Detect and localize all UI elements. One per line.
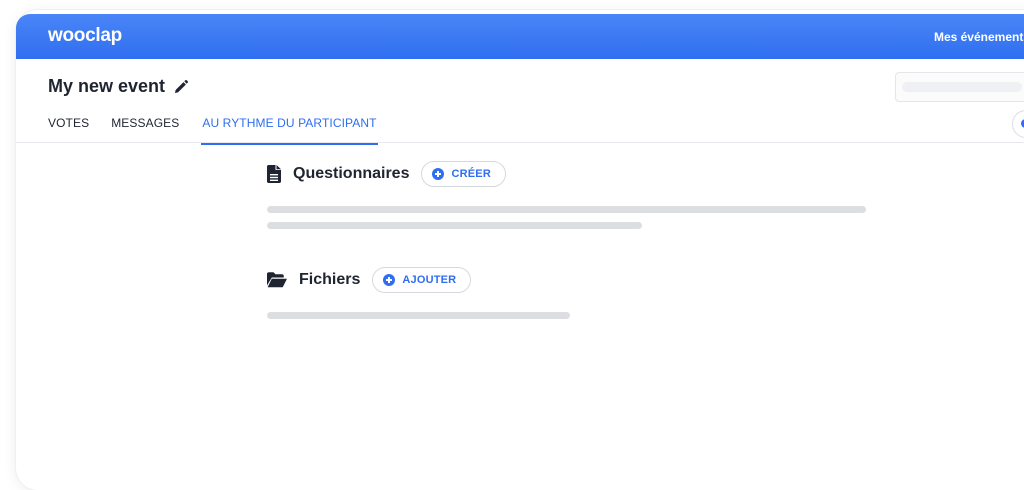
my-events-link[interactable]: Mes événements xyxy=(934,30,1024,44)
plus-circle-icon xyxy=(432,168,445,180)
questionnaires-section: Questionnaires CRÉER xyxy=(267,161,506,187)
tab-au-rythme-du-participant[interactable]: AU RYTHME DU PARTICIPANT xyxy=(201,116,378,145)
search-placeholder xyxy=(902,82,1022,92)
questionnaires-title: Questionnaires xyxy=(293,165,410,182)
create-questionnaire-button[interactable]: CRÉER xyxy=(421,161,506,187)
add-button-label: AJOUTER xyxy=(402,274,457,286)
plus-circle-icon xyxy=(383,274,396,286)
top-navbar: wooclap Mes événements xyxy=(16,14,1024,59)
search-input[interactable] xyxy=(895,72,1024,102)
tab-votes[interactable]: VOTES xyxy=(48,116,89,145)
tab-messages[interactable]: MESSAGES xyxy=(111,116,179,145)
document-icon xyxy=(267,165,281,183)
loading-placeholder-line xyxy=(267,206,866,213)
folder-open-icon xyxy=(267,272,287,288)
loading-placeholder-line xyxy=(267,222,642,229)
tab-divider xyxy=(16,142,1024,143)
add-file-button[interactable]: AJOUTER xyxy=(372,267,472,293)
event-title: My new event xyxy=(48,76,189,97)
loading-placeholder-line xyxy=(267,312,570,319)
event-title-text: My new event xyxy=(48,76,166,96)
tab-bar: VOTES MESSAGES AU RYTHME DU PARTICIPANT xyxy=(48,116,400,145)
fichiers-section: Fichiers AJOUTER xyxy=(267,267,472,293)
app-logo[interactable]: wooclap xyxy=(48,25,122,47)
fichiers-title: Fichiers xyxy=(299,271,361,288)
edit-pencil-icon[interactable] xyxy=(173,79,189,95)
create-button-label: CRÉER xyxy=(451,168,491,180)
